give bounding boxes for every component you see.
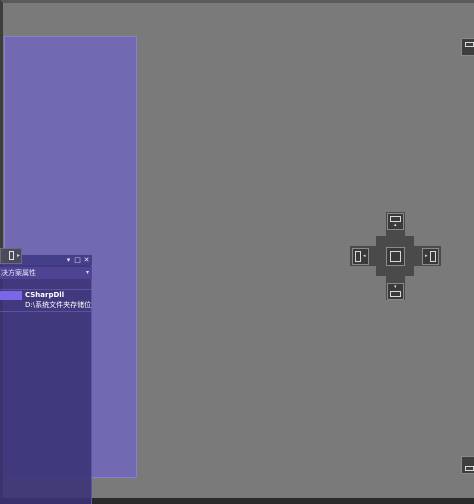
dock-edge-top-icon[interactable] [461,38,474,56]
property-value: CSharpDll [25,291,65,299]
dock-edge-bottom-icon[interactable] [461,456,474,474]
panel-tab-title[interactable]: 决方案属性 ▾ [0,267,92,279]
dock-tabbed-icon[interactable] [386,247,405,266]
divider [0,289,92,290]
pin-glyph [9,251,14,260]
panel-menu-icon[interactable]: ▾ [64,255,73,265]
dock-left-icon[interactable]: ◂ [352,248,369,265]
glyph [430,251,436,262]
property-key-selected [0,291,22,300]
chevron-down-icon[interactable]: ▾ [86,267,89,279]
glyph [465,42,474,47]
maximize-icon[interactable]: □ [73,255,82,265]
arrow-right-icon: ▸ [425,253,428,259]
properties-panel[interactable]: ▾ □ ✕ 决方案属性 ▾ CSharpDll D:\系统文件夹存储位置\ [0,255,92,504]
dock-bottom-icon[interactable]: ▾ [387,283,404,300]
panel-title: 决方案属性 [1,269,36,277]
property-row[interactable]: D:\系统文件夹存储位置\ [0,301,92,310]
dock-right-icon[interactable]: ▸ [422,248,439,265]
glyph [390,291,401,297]
arrow-up-icon: ▴ [394,222,397,228]
glyph [355,251,361,262]
arrow-left-icon: ◂ [363,253,366,259]
glyph [465,466,474,471]
arrow-down-icon: ▾ [394,284,397,290]
dock-pin-icon[interactable]: ▸ [0,248,22,264]
close-icon[interactable]: ✕ [82,255,91,265]
dock-top-icon[interactable]: ▴ [387,213,404,230]
property-row[interactable]: CSharpDll [0,291,92,300]
divider [0,311,92,312]
chevron-right-icon: ▸ [17,252,21,259]
glyph [390,251,401,262]
property-value: D:\系统文件夹存储位置\ [25,301,92,309]
